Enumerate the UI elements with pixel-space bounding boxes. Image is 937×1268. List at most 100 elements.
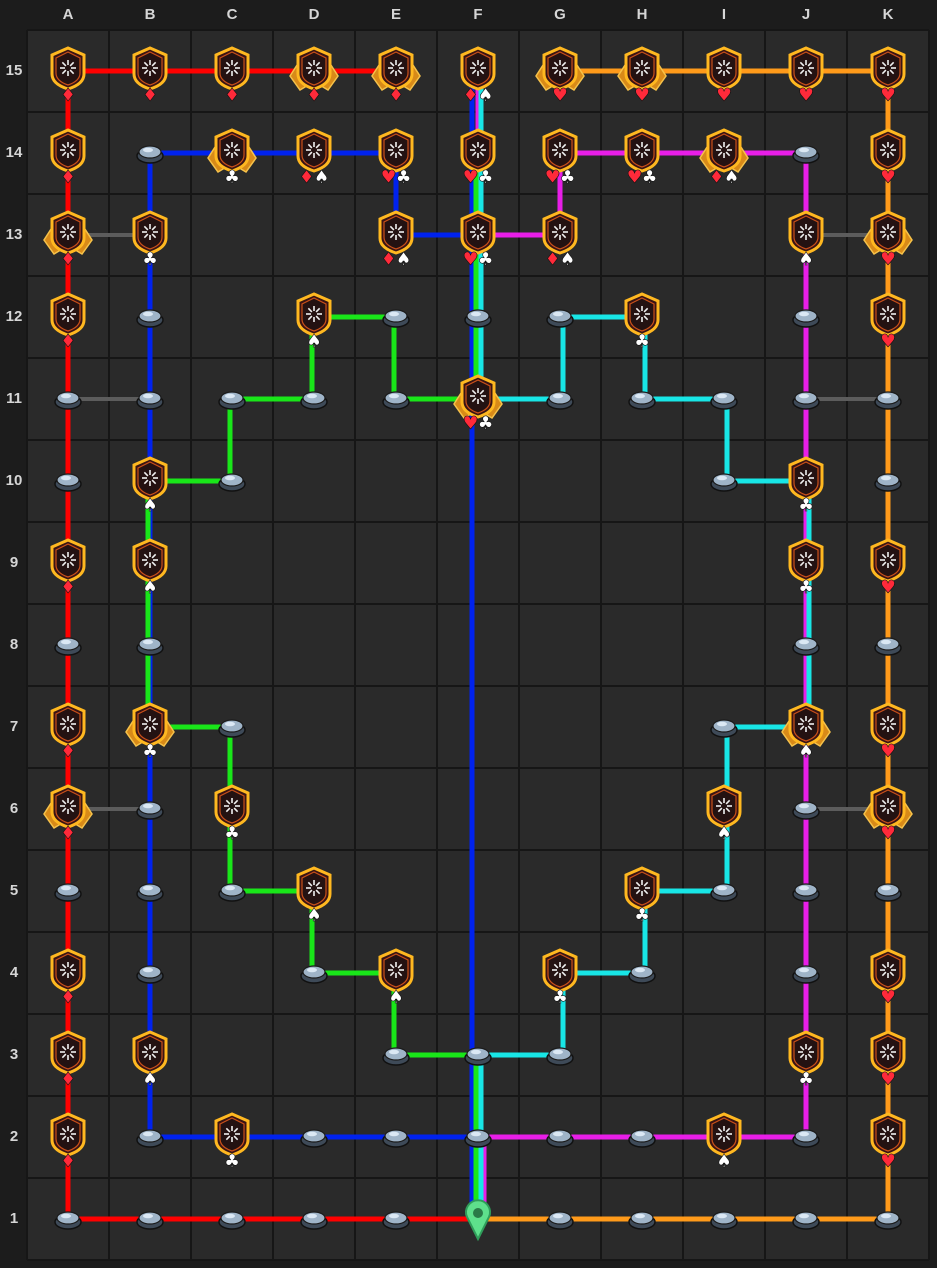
row-label: 11 — [6, 390, 22, 407]
encounter-badge[interactable]: ♦♠ — [296, 128, 332, 188]
waypoint-node[interactable] — [792, 145, 820, 164]
encounter-badge[interactable]: ♥♣ — [378, 128, 414, 188]
heart-icon: ♥ — [880, 1069, 896, 1090]
waypoint-node[interactable] — [874, 1211, 902, 1230]
diamond-icon: ♦ — [60, 331, 76, 352]
waypoint-node[interactable] — [382, 1129, 410, 1148]
waypoint-node[interactable] — [792, 883, 820, 902]
club-icon: ♣ — [634, 905, 650, 926]
waypoint-node[interactable] — [136, 1129, 164, 1148]
waypoint-node[interactable] — [710, 719, 738, 738]
diamond-icon: ♦ — [60, 167, 76, 188]
waypoint-node[interactable] — [382, 1211, 410, 1230]
waypoint-node[interactable] — [382, 1047, 410, 1066]
waypoint-node[interactable] — [792, 801, 820, 820]
waypoint-node[interactable] — [136, 391, 164, 410]
waypoint-node[interactable] — [136, 801, 164, 820]
club-icon: ♣ — [224, 823, 240, 844]
spade-icon: ♠ — [395, 249, 411, 270]
diamond-icon: ♦ — [142, 85, 158, 106]
encounter-badge[interactable]: ♦♠ — [542, 210, 578, 270]
waypoint-node[interactable] — [792, 965, 820, 984]
club-icon: ♣ — [477, 249, 493, 270]
waypoint-node[interactable] — [792, 309, 820, 328]
spade-icon: ♠ — [716, 1151, 732, 1172]
waypoint-node[interactable] — [710, 473, 738, 492]
heart-icon: ♥ — [798, 85, 814, 106]
spade-icon: ♠ — [142, 1069, 158, 1090]
waypoint-node[interactable] — [382, 309, 410, 328]
waypoint-node[interactable] — [54, 391, 82, 410]
waypoint-node[interactable] — [218, 719, 246, 738]
row-label: 3 — [9, 1046, 19, 1063]
diamond-icon: ♦ — [60, 823, 76, 844]
waypoint-node[interactable] — [136, 145, 164, 164]
club-icon: ♣ — [552, 987, 568, 1008]
waypoint-node[interactable] — [54, 473, 82, 492]
waypoint-node[interactable] — [218, 473, 246, 492]
waypoint-node[interactable] — [792, 1129, 820, 1148]
encounter-badge[interactable]: ♦♠ — [378, 210, 414, 270]
waypoint-node[interactable] — [136, 1211, 164, 1230]
waypoint-node[interactable] — [546, 309, 574, 328]
waypoint-node[interactable] — [792, 1211, 820, 1230]
waypoint-node[interactable] — [546, 1129, 574, 1148]
waypoint-node[interactable] — [546, 1211, 574, 1230]
waypoint-node[interactable] — [628, 965, 656, 984]
waypoint-node[interactable] — [628, 391, 656, 410]
waypoint-node[interactable] — [136, 309, 164, 328]
waypoint-node[interactable] — [218, 1211, 246, 1230]
spade-icon: ♠ — [559, 249, 575, 270]
diamond-icon: ♦ — [60, 1069, 76, 1090]
waypoint-node[interactable] — [874, 473, 902, 492]
spade-icon: ♠ — [716, 823, 732, 844]
heart-icon: ♥ — [880, 577, 896, 598]
encounter-badge[interactable]: ♥♣ — [542, 128, 578, 188]
club-icon: ♣ — [641, 167, 657, 188]
waypoint-node[interactable] — [300, 1211, 328, 1230]
waypoint-node[interactable] — [792, 637, 820, 656]
column-label: C — [226, 6, 238, 23]
waypoint-node[interactable] — [136, 965, 164, 984]
encounter-badge[interactable]: ♥♣ — [460, 210, 496, 270]
waypoint-node[interactable] — [710, 1211, 738, 1230]
diamond-icon: ♦ — [60, 577, 76, 598]
game-map: ♦ ♦ ♦ ♦ ♦ ♦ ♠ ♥ ♥ ♥ ♥ ♥ ♦ ♣ ♦ ♠ ♥ ♣ ♥ ♣ ♥ ♣ ♥ ♣ ♦ ♠ ♥ ♦ ♣ ♦ ♠ ♥ ♣ ♦ ♠ ♠ ♥ ♦ ♠ ♣… — [0, 0, 937, 1268]
encounter-badge[interactable]: ♥♣ — [460, 128, 496, 188]
encounter-badge[interactable]: ♦♠ — [460, 46, 496, 106]
waypoint-node[interactable] — [300, 391, 328, 410]
waypoint-node[interactable] — [628, 1211, 656, 1230]
waypoint-node[interactable] — [628, 1129, 656, 1148]
waypoint-node[interactable] — [792, 391, 820, 410]
diamond-icon: ♦ — [306, 85, 322, 106]
spade-icon: ♠ — [798, 249, 814, 270]
waypoint-node[interactable] — [710, 391, 738, 410]
waypoint-node[interactable] — [136, 883, 164, 902]
diamond-icon: ♦ — [60, 249, 76, 270]
waypoint-node[interactable] — [136, 637, 164, 656]
waypoint-node[interactable] — [54, 883, 82, 902]
spade-icon: ♠ — [388, 987, 404, 1008]
waypoint-node[interactable] — [546, 391, 574, 410]
waypoint-node[interactable] — [464, 309, 492, 328]
waypoint-node[interactable] — [874, 883, 902, 902]
waypoint-node[interactable] — [464, 1129, 492, 1148]
spade-icon: ♠ — [142, 495, 158, 516]
club-icon: ♣ — [634, 331, 650, 352]
waypoint-node[interactable] — [710, 883, 738, 902]
club-icon: ♣ — [477, 413, 493, 434]
row-label: 8 — [9, 636, 19, 653]
encounter-badge[interactable]: ♥♣ — [624, 128, 660, 188]
heart-icon: ♥ — [380, 167, 396, 188]
waypoint-node[interactable] — [874, 391, 902, 410]
waypoint-node[interactable] — [300, 1129, 328, 1148]
waypoint-node[interactable] — [546, 1047, 574, 1066]
waypoint-node[interactable] — [874, 637, 902, 656]
waypoint-node[interactable] — [464, 1047, 492, 1066]
waypoint-node[interactable] — [382, 391, 410, 410]
waypoint-node[interactable] — [218, 391, 246, 410]
waypoint-node[interactable] — [54, 1211, 82, 1230]
waypoint-node[interactable] — [218, 883, 246, 902]
waypoint-node[interactable] — [300, 965, 328, 984]
waypoint-node[interactable] — [54, 637, 82, 656]
